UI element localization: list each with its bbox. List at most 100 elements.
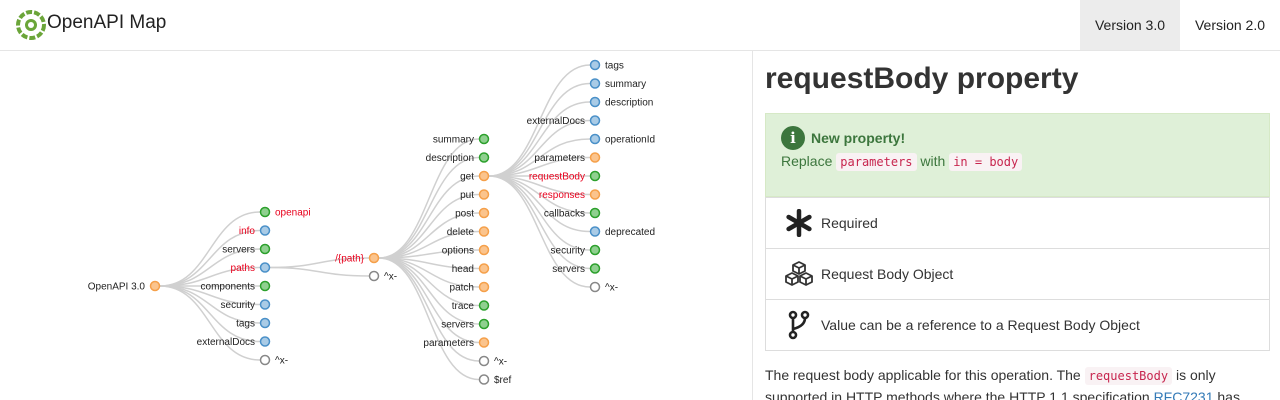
map-node-l3-servers[interactable]: servers: [441, 318, 490, 331]
map-node-dot[interactable]: [478, 152, 490, 163]
map-node-l4-servers[interactable]: servers: [552, 263, 601, 275]
map-node-dot[interactable]: [589, 189, 601, 200]
property-description: The request body applicable for this ope…: [765, 365, 1270, 400]
map-node-label: head: [452, 264, 474, 275]
map-node-dot[interactable]: [478, 170, 490, 182]
map-node-l1-x[interactable]: ^x-: [259, 354, 289, 367]
map-node-l4-operationid[interactable]: operationId: [589, 133, 656, 146]
map-node-dot[interactable]: [589, 170, 601, 182]
map-node-dot[interactable]: [478, 189, 490, 200]
map-node-dot[interactable]: [259, 317, 271, 329]
map-node-dot[interactable]: [589, 115, 601, 126]
map-node-dot[interactable]: [149, 280, 161, 292]
map-node-dot[interactable]: [478, 263, 490, 274]
map-node-dot[interactable]: [368, 270, 380, 282]
map-node-l1-servers[interactable]: servers: [222, 243, 271, 256]
map-node-dot[interactable]: [259, 299, 271, 310]
map-node-dot[interactable]: [478, 281, 490, 293]
map-node-dot[interactable]: [589, 226, 601, 237]
map-node-l4-description[interactable]: description: [589, 96, 654, 109]
map-node-dot[interactable]: [478, 337, 490, 348]
map-node-l1-info[interactable]: info: [239, 225, 271, 237]
panel-divider: [752, 51, 753, 400]
map-node-dot[interactable]: [478, 374, 490, 385]
map-node-dot[interactable]: [259, 280, 271, 292]
attr-required: Required: [766, 197, 1269, 248]
map-node-dot[interactable]: [478, 300, 490, 311]
map-node-l4-x[interactable]: ^x-: [589, 281, 619, 294]
map-node-l3-x[interactable]: ^x-: [478, 355, 508, 368]
map-node-dot[interactable]: [368, 252, 380, 264]
version-3-0-tab[interactable]: Version 3.0: [1080, 0, 1180, 50]
map-node-l1-tags[interactable]: tags: [236, 317, 271, 330]
map-node-dot[interactable]: [259, 336, 271, 347]
map-node-label: servers: [552, 264, 585, 275]
map-node-dot[interactable]: [589, 207, 601, 219]
map-node-l4-parameters[interactable]: parameters: [534, 152, 601, 164]
map-node-dot[interactable]: [259, 243, 271, 255]
map-node-dot[interactable]: [478, 133, 490, 145]
map-node-l3-head[interactable]: head: [452, 263, 490, 275]
map-node-l4-callbacks[interactable]: callbacks: [544, 207, 601, 220]
map-node-l2-x[interactable]: ^x-: [368, 270, 398, 283]
map-node-l1-externaldocs[interactable]: externalDocs: [197, 336, 271, 348]
map-node-label: put: [460, 190, 474, 201]
map-node-l4-requestbody[interactable]: requestBody: [529, 170, 601, 183]
alert-text: Replace parameters with in = body: [781, 153, 1254, 171]
version-nav: Version 3.0 Version 2.0: [1080, 0, 1280, 50]
map-node-label: openapi: [275, 208, 311, 219]
map-node-l3-ref[interactable]: $ref: [478, 374, 512, 386]
map-node-l1-openapi[interactable]: openapi: [259, 206, 311, 219]
map-node-l1-components[interactable]: components: [201, 280, 271, 293]
map-node-dot[interactable]: [478, 244, 490, 256]
map-node-l1-security[interactable]: security: [221, 299, 271, 311]
map-node-l4-summary[interactable]: summary: [589, 78, 647, 90]
property-attributes: Required Request Body Object Value can b…: [765, 197, 1270, 351]
map-node-l4-tags[interactable]: tags: [589, 59, 624, 72]
map-node-dot[interactable]: [589, 244, 601, 256]
code-requestbody: requestBody: [1084, 367, 1173, 385]
map-node-label: externalDocs: [527, 116, 585, 127]
map-node-dot[interactable]: [589, 59, 601, 71]
map-node-dot[interactable]: [589, 263, 601, 274]
map-node-l3-delete[interactable]: delete: [447, 226, 490, 238]
map-node-dot[interactable]: [259, 354, 271, 366]
new-property-alert: i New property! Replace parameters with …: [765, 113, 1270, 197]
map-node-dot[interactable]: [589, 281, 601, 293]
map-node-dot[interactable]: [589, 133, 601, 145]
map-node-label: tags: [605, 61, 624, 72]
map-node-dot[interactable]: [478, 226, 490, 237]
map-node-l3-description[interactable]: description: [426, 152, 490, 164]
code-parameters: parameters: [836, 153, 917, 171]
map-node-dot[interactable]: [478, 207, 490, 219]
map-node-l4-security[interactable]: security: [551, 244, 601, 257]
map-node-l3-options[interactable]: options: [442, 244, 490, 257]
map-node-dot[interactable]: [259, 206, 271, 218]
rfc7231-link[interactable]: RFC7231: [1154, 389, 1214, 400]
map-node-dot[interactable]: [589, 152, 601, 163]
map-node-l2-path[interactable]: /{path}: [335, 252, 380, 265]
map-node-l4-responses[interactable]: responses: [539, 189, 601, 201]
map-node-l3-patch[interactable]: patch: [450, 281, 490, 294]
map-node-l3-post[interactable]: post: [455, 207, 490, 220]
map-node-dot[interactable]: [478, 355, 490, 367]
map-node-dot[interactable]: [589, 78, 601, 89]
map-node-dot[interactable]: [589, 96, 601, 108]
map-node-l3-trace[interactable]: trace: [452, 300, 490, 312]
map-node-l4-deprecated[interactable]: deprecated: [589, 226, 656, 238]
map-node-label: parameters: [534, 153, 585, 164]
map-node-l3-parameters[interactable]: parameters: [423, 337, 490, 349]
map-node-dot[interactable]: [259, 225, 271, 236]
map-node-l1-paths[interactable]: paths: [231, 262, 271, 274]
version-2-0-tab[interactable]: Version 2.0: [1180, 0, 1280, 50]
map-node-l3-summary[interactable]: summary: [433, 133, 490, 146]
attr-required-label: Required: [821, 215, 878, 231]
map-node-dot[interactable]: [478, 318, 490, 330]
map-node-label: servers: [222, 245, 255, 256]
map-node-dot[interactable]: [259, 262, 271, 273]
map-node-l3-put[interactable]: put: [460, 189, 490, 201]
property-title: requestBody property: [765, 62, 1079, 95]
map-node-l4-externaldocs[interactable]: externalDocs: [527, 115, 601, 127]
map-node-root[interactable]: OpenAPI 3.0: [88, 280, 161, 293]
map-node-label: info: [239, 226, 256, 237]
